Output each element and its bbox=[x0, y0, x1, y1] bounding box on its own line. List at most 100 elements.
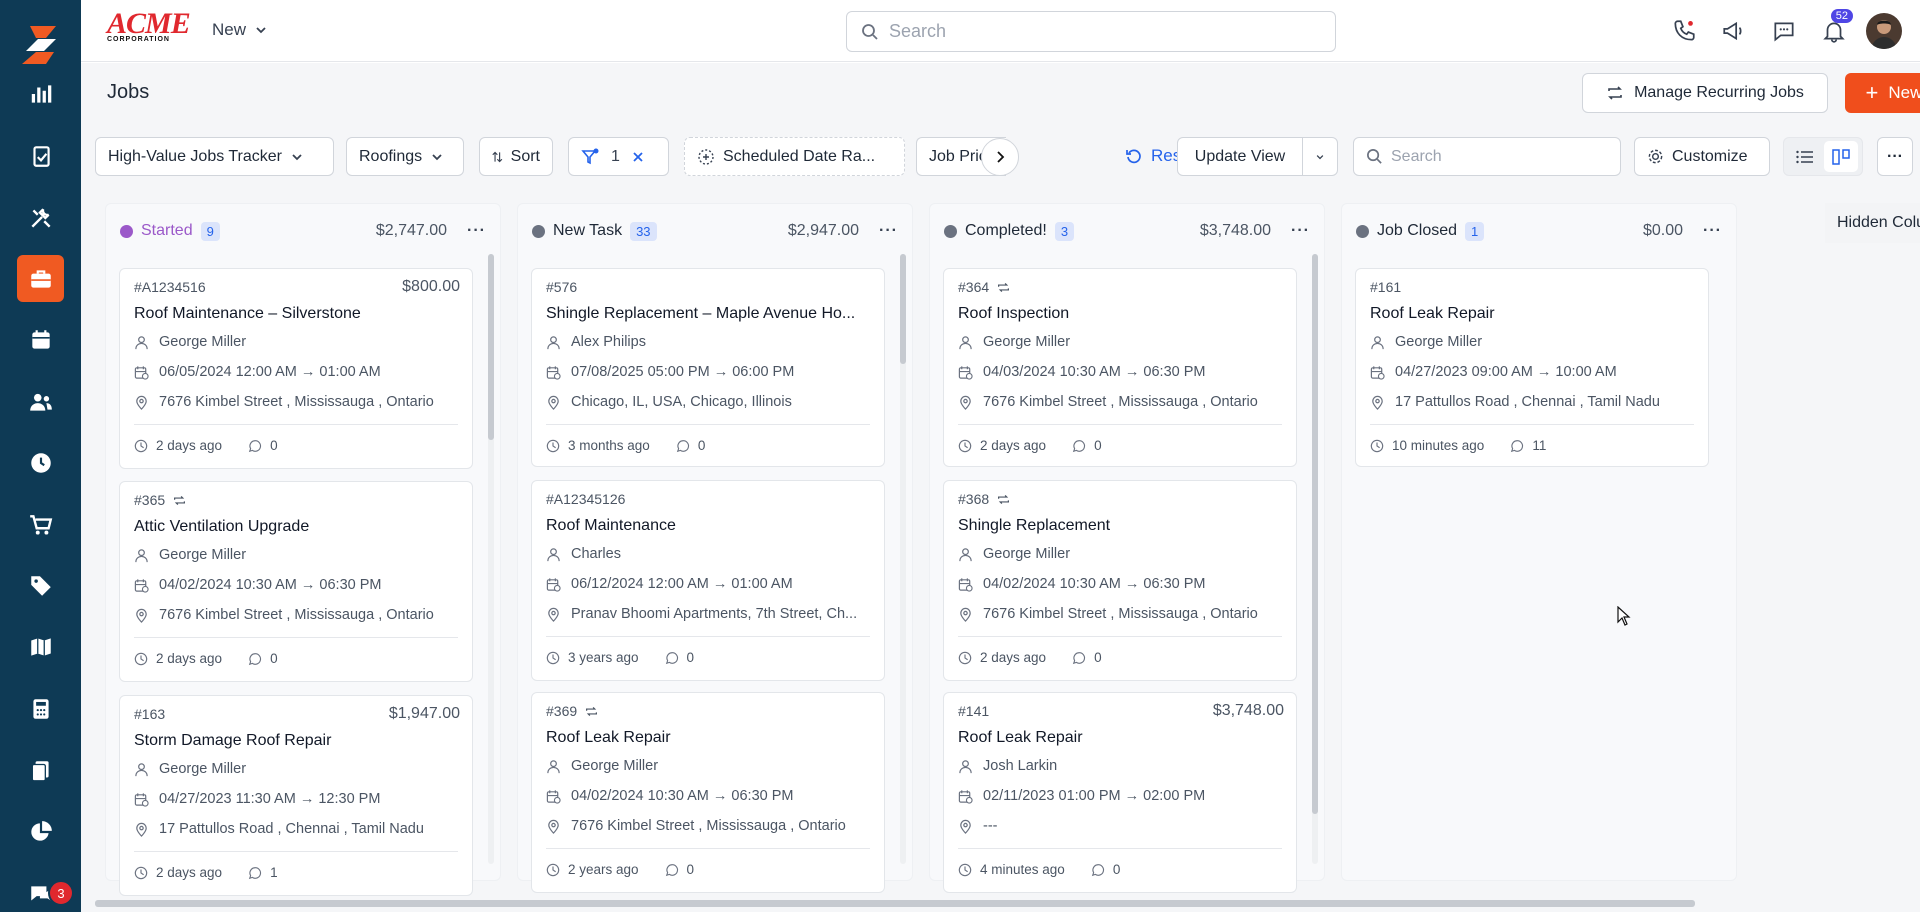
job-updated-ago: 2 days ago bbox=[980, 438, 1046, 453]
sidebar-item-clock[interactable] bbox=[17, 439, 64, 486]
company-logo[interactable]: ACME CORPORATION bbox=[107, 10, 187, 48]
manage-recurring-jobs-button[interactable]: Manage Recurring Jobs bbox=[1582, 73, 1828, 113]
sidebar-item-calendar[interactable] bbox=[17, 316, 64, 363]
sidebar: 3 bbox=[0, 0, 81, 912]
scheduled-date-range-filter[interactable]: Scheduled Date Ra... bbox=[684, 137, 905, 176]
job-address: --- bbox=[958, 818, 1282, 834]
job-card[interactable]: #163$1,947.00Storm Damage Roof RepairGeo… bbox=[119, 695, 473, 896]
view-toolbar: High-Value Jobs Tracker Roofings Sort 1 … bbox=[81, 123, 1920, 189]
job-schedule: 04/02/2024 10:30 AM → 06:30 PM bbox=[134, 577, 458, 593]
sidebar-item-pie-chart[interactable] bbox=[17, 808, 64, 855]
job-address: Pranav Bhoomi Apartments, 7th Street, Ch… bbox=[546, 606, 870, 622]
column-scrollbar[interactable] bbox=[900, 254, 906, 864]
board-search-input[interactable]: Search bbox=[1353, 137, 1621, 176]
column-scrollbar[interactable] bbox=[488, 254, 494, 864]
reset-icon bbox=[1125, 147, 1143, 165]
comment-icon bbox=[1072, 651, 1086, 665]
column-more-icon[interactable]: ··· bbox=[1703, 222, 1722, 240]
job-address: 7676 Kimbel Street , Mississauga , Ontar… bbox=[134, 607, 458, 623]
horizontal-scrollbar[interactable] bbox=[95, 900, 1695, 907]
comment-count: 0 bbox=[270, 651, 278, 666]
job-card[interactable]: #368Shingle ReplacementGeorge Miller04/0… bbox=[943, 480, 1297, 681]
calendar-clock-icon bbox=[958, 789, 973, 804]
person-icon bbox=[134, 335, 149, 350]
board-view-icon[interactable] bbox=[1824, 141, 1858, 172]
job-card[interactable]: #365Attic Ventilation UpgradeGeorge Mill… bbox=[119, 481, 473, 682]
clock-icon bbox=[546, 651, 560, 665]
column-count-badge: 3 bbox=[1055, 222, 1074, 241]
sort-button[interactable]: Sort bbox=[479, 137, 553, 176]
phone-icon[interactable] bbox=[1664, 13, 1704, 49]
sidebar-item-tools[interactable] bbox=[17, 194, 64, 241]
job-card[interactable]: #A1234516$800.00Roof Maintenance – Silve… bbox=[119, 268, 473, 469]
status-dot bbox=[120, 225, 133, 238]
global-search-input[interactable]: Search bbox=[846, 11, 1336, 52]
comment-icon bbox=[665, 651, 679, 665]
job-title: Shingle Replacement bbox=[958, 517, 1282, 535]
comment-count: 11 bbox=[1532, 438, 1546, 453]
job-card[interactable]: #576Shingle Replacement – Maple Avenue H… bbox=[531, 268, 885, 467]
column-more-icon[interactable]: ··· bbox=[1291, 222, 1310, 240]
search-icon bbox=[1366, 148, 1383, 165]
update-view-button[interactable]: Update View bbox=[1177, 137, 1303, 176]
job-card[interactable]: #364Roof InspectionGeorge Miller04/03/20… bbox=[943, 268, 1297, 467]
column-more-icon[interactable]: ··· bbox=[879, 222, 898, 240]
category-selector[interactable]: Roofings bbox=[346, 137, 464, 176]
messages-icon[interactable] bbox=[1764, 13, 1804, 49]
app-logo-icon[interactable] bbox=[16, 20, 64, 68]
list-view-icon[interactable] bbox=[1788, 141, 1822, 172]
job-assignee: Alex Philips bbox=[546, 334, 870, 350]
user-avatar[interactable] bbox=[1866, 13, 1902, 49]
view-selector[interactable]: High-Value Jobs Tracker bbox=[95, 137, 334, 176]
sidebar-item-dashboard-chart[interactable] bbox=[17, 70, 64, 117]
kanban-board: Started9$2,747.00···#A1234516$800.00Roof… bbox=[81, 189, 1920, 912]
job-card[interactable]: #161Roof Leak RepairGeorge Miller04/27/2… bbox=[1355, 268, 1709, 467]
board-column: Job Closed1$0.00··· #161Roof Leak RepairG… bbox=[1341, 203, 1737, 881]
sidebar-item-cart[interactable] bbox=[17, 501, 64, 548]
job-card-footer: 2 days ago0 bbox=[958, 636, 1282, 665]
sidebar-item-calculator[interactable] bbox=[17, 685, 64, 732]
person-icon bbox=[958, 335, 973, 350]
sidebar-item-briefcase[interactable] bbox=[17, 255, 64, 302]
sidebar-item-clipboard-check[interactable] bbox=[17, 132, 64, 179]
sidebar-item-map[interactable] bbox=[17, 623, 64, 670]
chevron-down-icon bbox=[1315, 150, 1325, 164]
job-schedule: 02/11/2023 01:00 PM → 02:00 PM bbox=[958, 788, 1282, 804]
update-view-dropdown[interactable] bbox=[1302, 137, 1338, 176]
new-job-button[interactable]: + New Job bbox=[1845, 73, 1920, 113]
clear-filter-close-icon[interactable] bbox=[632, 151, 644, 163]
megaphone-icon[interactable] bbox=[1714, 13, 1754, 49]
comment-icon bbox=[248, 439, 262, 453]
job-card[interactable]: #369Roof Leak RepairGeorge Miller04/02/2… bbox=[531, 692, 885, 893]
comment-count: 0 bbox=[1094, 650, 1102, 665]
comment-count: 0 bbox=[1113, 862, 1121, 877]
job-card[interactable]: #141$3,748.00Roof Leak RepairJosh Larkin… bbox=[943, 692, 1297, 893]
person-icon bbox=[546, 547, 561, 562]
customize-button[interactable]: Customize bbox=[1634, 137, 1770, 176]
job-amount: $800.00 bbox=[402, 278, 460, 296]
job-schedule: 06/05/2024 12:00 AM → 01:00 AM bbox=[134, 364, 458, 380]
job-card[interactable]: #A12345126Roof MaintenanceCharles06/12/2… bbox=[531, 480, 885, 681]
scroll-filters-right-button[interactable] bbox=[981, 138, 1019, 176]
hidden-columns-toggle[interactable]: Hidden Columns (2) bbox=[1825, 203, 1920, 243]
new-menu-button[interactable]: New bbox=[212, 20, 268, 40]
sidebar-item-tag[interactable] bbox=[17, 562, 64, 609]
job-card-footer: 2 days ago 0 bbox=[958, 424, 1282, 453]
chevron-down-icon bbox=[430, 150, 444, 164]
comment-count: 0 bbox=[1094, 438, 1102, 453]
column-scrollbar[interactable] bbox=[1312, 254, 1318, 864]
person-icon bbox=[134, 762, 149, 777]
sidebar-item-documents[interactable] bbox=[17, 747, 64, 794]
notifications-bell-icon[interactable]: 52 bbox=[1814, 13, 1854, 49]
documents-icon bbox=[28, 758, 54, 784]
column-more-icon[interactable]: ··· bbox=[467, 222, 486, 240]
sidebar-item-users[interactable] bbox=[17, 378, 64, 425]
job-address: 7676 Kimbel Street , Mississauga , Ontar… bbox=[546, 818, 870, 834]
more-options-button[interactable]: ··· bbox=[1877, 137, 1913, 176]
location-pin-icon bbox=[134, 822, 149, 837]
job-number: #369 bbox=[546, 703, 598, 719]
filter-button[interactable]: 1 bbox=[568, 137, 669, 176]
person-icon bbox=[958, 547, 973, 562]
column-header: Job Closed1$0.00··· bbox=[1356, 214, 1722, 248]
calendar-clock-icon bbox=[1370, 365, 1385, 380]
